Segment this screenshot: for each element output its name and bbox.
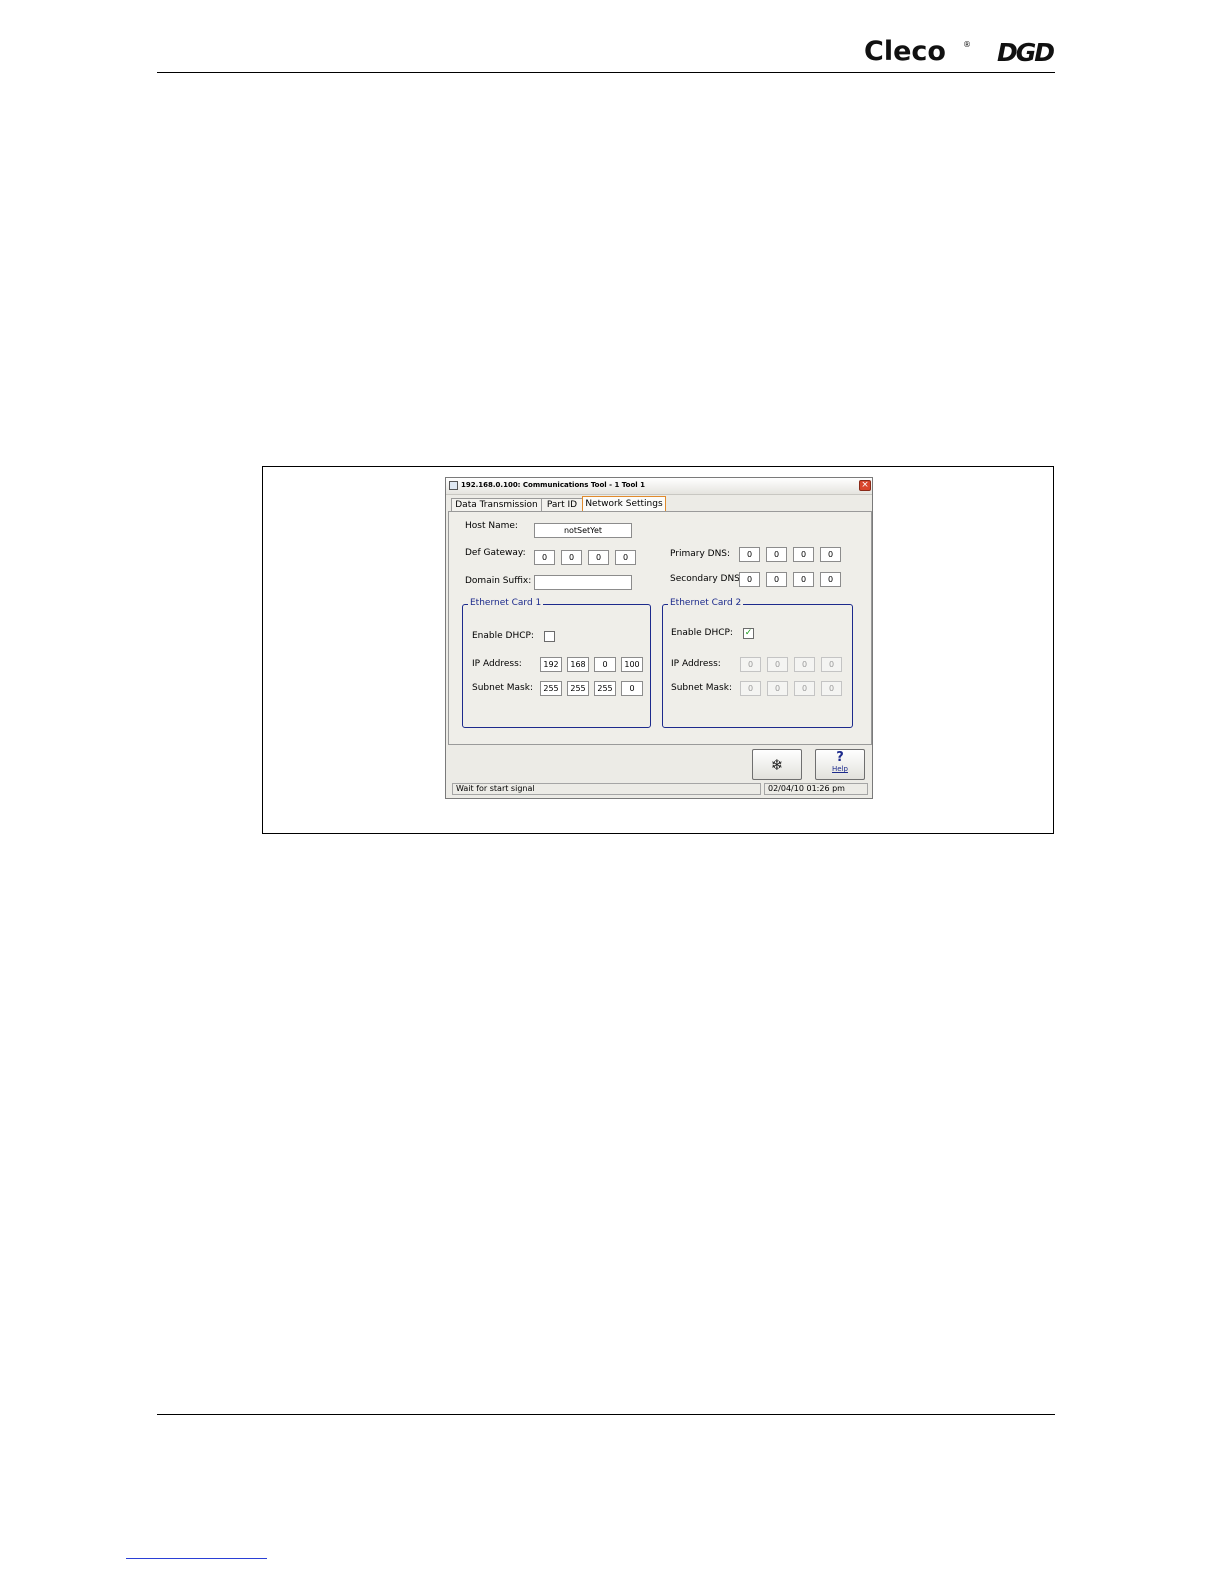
- footer-link-underline: [126, 1558, 267, 1559]
- card2-ip-octet-1[interactable]: 0: [740, 657, 761, 672]
- network-tool-button[interactable]: ❄: [752, 749, 802, 780]
- ethernet-card-2-group: Ethernet Card 2 Enable DHCP: ✓ IP Addres…: [662, 598, 853, 728]
- card2-subnet-octet-4[interactable]: 0: [821, 681, 842, 696]
- def-gateway-octet-1[interactable]: 0: [534, 550, 555, 565]
- def-gateway-octet-3[interactable]: 0: [588, 550, 609, 565]
- primary-dns-octet-4[interactable]: 0: [820, 547, 841, 562]
- def-gateway-octet-2[interactable]: 0: [561, 550, 582, 565]
- brand-logo-dgd: DGD: [997, 38, 1055, 67]
- primary-dns-octet-1[interactable]: 0: [739, 547, 760, 562]
- card1-subnet-mask-label: Subnet Mask:: [472, 683, 533, 693]
- domain-suffix-input[interactable]: [534, 575, 632, 590]
- primary-dns-octet-3[interactable]: 0: [793, 547, 814, 562]
- brand-logo-cleco: Cleco: [864, 36, 946, 67]
- card2-enable-dhcp-label: Enable DHCP:: [671, 628, 733, 638]
- domain-suffix-label: Domain Suffix:: [465, 576, 532, 586]
- secondary-dns-octet-2[interactable]: 0: [766, 572, 787, 587]
- tab-part-id[interactable]: Part ID: [541, 498, 583, 511]
- close-button[interactable]: ×: [859, 480, 871, 491]
- card1-enable-dhcp-label: Enable DHCP:: [472, 631, 534, 641]
- def-gateway-label: Def Gateway:: [465, 548, 526, 558]
- host-name-label: Host Name:: [465, 521, 518, 531]
- registered-mark: ®: [963, 40, 971, 49]
- tab-network-settings[interactable]: Network Settings: [582, 496, 666, 512]
- help-button[interactable]: ? Help: [815, 749, 865, 780]
- header-rule: [157, 72, 1055, 73]
- host-name-input[interactable]: notSetYet: [534, 523, 632, 538]
- card2-subnet-octet-1[interactable]: 0: [740, 681, 761, 696]
- primary-dns-label: Primary DNS:: [670, 549, 731, 559]
- ethernet-card-1-title: Ethernet Card 1: [468, 598, 544, 608]
- def-gateway-octet-4[interactable]: 0: [615, 550, 636, 565]
- ethernet-card-2-title: Ethernet Card 2: [668, 598, 744, 608]
- tab-data-transmission[interactable]: Data Transmission: [451, 498, 542, 511]
- card1-ip-octet-1[interactable]: 192: [540, 657, 562, 672]
- network-settings-panel: Host Name: notSetYet Def Gateway: 0 0 0 …: [448, 511, 872, 745]
- help-button-label: Help: [832, 765, 848, 773]
- secondary-dns-octet-3[interactable]: 0: [793, 572, 814, 587]
- card1-subnet-octet-2[interactable]: 255: [567, 681, 589, 696]
- card1-ip-address-label: IP Address:: [472, 659, 522, 669]
- card1-enable-dhcp-checkbox[interactable]: [544, 631, 555, 642]
- status-datetime: 02/04/10 01:26 pm: [764, 783, 868, 795]
- card1-subnet-octet-3[interactable]: 255: [594, 681, 616, 696]
- card2-ip-octet-4[interactable]: 0: [821, 657, 842, 672]
- snowflake-icon: ❄: [770, 756, 784, 774]
- card2-subnet-mask-label: Subnet Mask:: [671, 683, 732, 693]
- app-icon: [449, 481, 458, 490]
- card2-ip-address-label: IP Address:: [671, 659, 721, 669]
- card2-subnet-octet-2[interactable]: 0: [767, 681, 788, 696]
- card1-ip-octet-2[interactable]: 168: [567, 657, 589, 672]
- secondary-dns-label: Secondary DNS:: [670, 574, 743, 584]
- card2-ip-octet-3[interactable]: 0: [794, 657, 815, 672]
- card2-enable-dhcp-checkbox[interactable]: ✓: [743, 628, 754, 639]
- question-icon: ?: [836, 750, 844, 765]
- footer-rule: [157, 1414, 1055, 1415]
- dialog-title: 192.168.0.100: Communications Tool - 1 T…: [461, 481, 645, 489]
- ethernet-card-1-group: Ethernet Card 1 Enable DHCP: IP Address:…: [462, 598, 651, 728]
- status-message: Wait for start signal: [452, 783, 761, 795]
- primary-dns-octet-2[interactable]: 0: [766, 547, 787, 562]
- secondary-dns-octet-4[interactable]: 0: [820, 572, 841, 587]
- secondary-dns-octet-1[interactable]: 0: [739, 572, 760, 587]
- card1-ip-octet-4[interactable]: 100: [621, 657, 643, 672]
- dialog-titlebar: 192.168.0.100: Communications Tool - 1 T…: [446, 478, 872, 495]
- card1-subnet-octet-4[interactable]: 0: [621, 681, 643, 696]
- communications-dialog: 192.168.0.100: Communications Tool - 1 T…: [445, 477, 873, 799]
- card2-ip-octet-2[interactable]: 0: [767, 657, 788, 672]
- card2-subnet-octet-3[interactable]: 0: [794, 681, 815, 696]
- card1-subnet-octet-1[interactable]: 255: [540, 681, 562, 696]
- card1-ip-octet-3[interactable]: 0: [594, 657, 616, 672]
